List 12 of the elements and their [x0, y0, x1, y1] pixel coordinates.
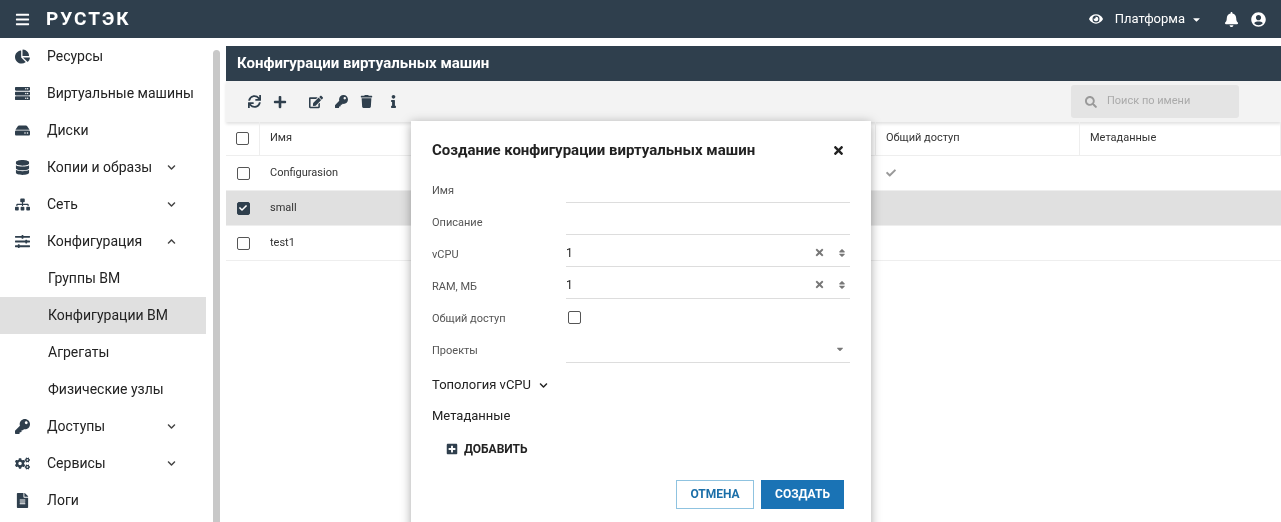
field-label: Проекты: [432, 342, 479, 359]
field-label: RAM, МБ: [432, 278, 478, 295]
table-cell-text: Configurasion: [270, 164, 339, 181]
panel-title-bar: Конфигурации виртуальных машин: [226, 46, 1281, 81]
field-label: vCPU: [432, 246, 460, 263]
field-label: Имя: [432, 182, 456, 199]
field-label: Общий доступ: [432, 310, 507, 327]
table-cell-text: test1: [270, 234, 295, 251]
logo: РУСТЭК: [46, 5, 131, 32]
field-label: Описание: [432, 214, 484, 231]
section-title: Метаданные: [432, 407, 512, 425]
table-cell-text: small: [270, 199, 297, 216]
